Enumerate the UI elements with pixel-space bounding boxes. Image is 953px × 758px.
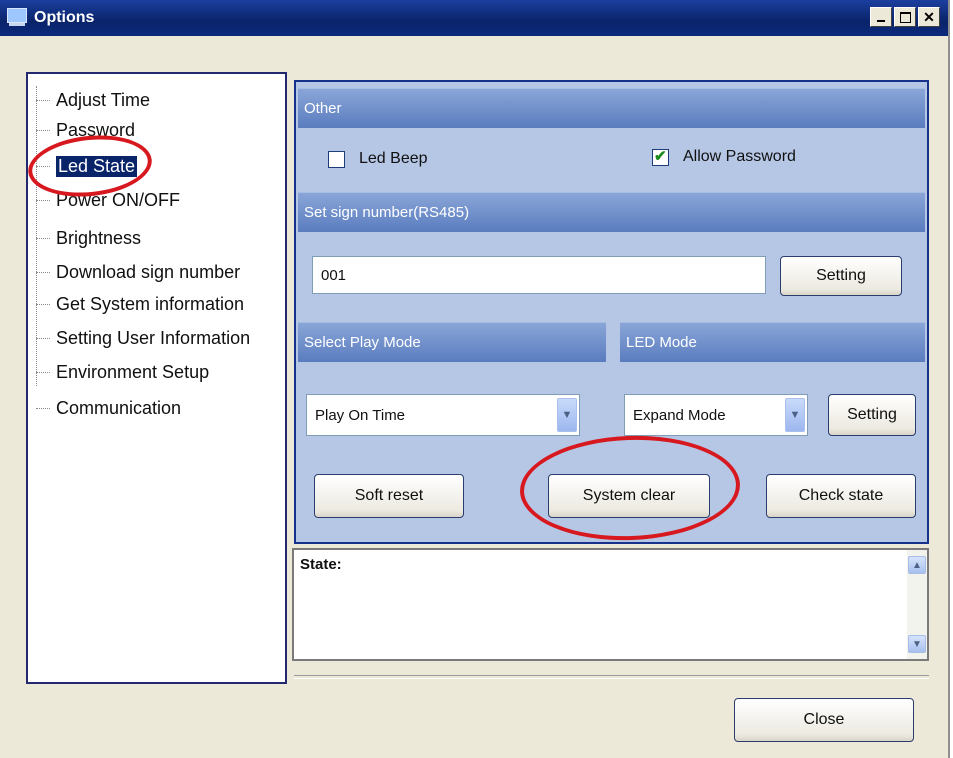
tree-item-adjust-time[interactable]: Adjust Time — [36, 88, 150, 112]
allow-password-checkbox[interactable]: Allow Password — [652, 147, 796, 166]
tree-item-setting-user-information[interactable]: Setting User Information — [36, 326, 250, 350]
other-header: Other — [298, 88, 925, 128]
chevron-down-icon[interactable]: ▼ — [557, 398, 577, 432]
play-mode-select[interactable]: Play On Time ▼ — [306, 394, 580, 436]
minimize-button[interactable] — [870, 7, 892, 27]
tree-item-power-on-off[interactable]: Power ON/OFF — [36, 188, 180, 212]
options-tree: Adjust Time Password Led State Power ON/… — [26, 72, 287, 684]
led-beep-label: Led Beep — [359, 150, 428, 167]
close-icon: ✕ — [923, 8, 935, 25]
sign-number-header: Set sign number(RS485) — [298, 192, 925, 232]
led-mode-header: LED Mode — [620, 322, 925, 362]
tree-item-label: Power ON/OFF — [56, 189, 181, 210]
tree-item-label: Download sign number — [56, 261, 241, 282]
minimize-icon — [877, 20, 885, 22]
window-controls: ✕ — [870, 7, 940, 27]
sign-number-input[interactable]: 001 — [312, 256, 766, 294]
led-beep-checkbox[interactable]: Led Beep — [328, 150, 428, 168]
scroll-up-icon[interactable]: ▲ — [908, 556, 926, 574]
scroll-down-icon[interactable]: ▼ — [908, 635, 926, 653]
options-window: Options ✕ Adjust Time Password Led State… — [0, 0, 950, 758]
checkmark-icon — [652, 147, 669, 166]
tree-item-get-system-information[interactable]: Get System information — [36, 292, 244, 316]
tree-item-label: Environment Setup — [56, 361, 210, 382]
tree-item-communication[interactable]: Communication — [36, 396, 181, 420]
tree-item-download-sign-number[interactable]: Download sign number — [36, 260, 240, 284]
system-clear-button[interactable]: System clear — [548, 474, 710, 518]
tree-item-label: Communication — [56, 397, 182, 418]
led-mode-setting-button[interactable]: Setting — [828, 394, 916, 436]
tree-item-label: Adjust Time — [56, 89, 151, 110]
sign-number-setting-button[interactable]: Setting — [780, 256, 902, 296]
tree-item-label: Brightness — [56, 227, 142, 248]
footer-divider — [294, 675, 929, 679]
chevron-down-icon[interactable]: ▼ — [785, 398, 805, 432]
maximize-icon — [899, 11, 911, 23]
title-bar[interactable]: Options ✕ — [0, 0, 948, 36]
tree-item-label: Password — [56, 119, 136, 140]
state-scrollbar[interactable]: ▲ ▼ — [907, 550, 927, 659]
tree-item-led-state[interactable]: Led State — [36, 154, 138, 178]
led-state-panel: Other Led Beep Allow Password Set sign n… — [294, 80, 929, 544]
play-mode-value: Play On Time — [315, 406, 406, 424]
led-mode-select[interactable]: Expand Mode ▼ — [624, 394, 808, 436]
state-label: State: — [300, 556, 342, 573]
computer-icon — [6, 8, 28, 28]
tree-item-brightness[interactable]: Brightness — [36, 226, 141, 250]
close-button[interactable]: Close — [734, 698, 914, 742]
maximize-button[interactable] — [894, 7, 916, 27]
play-mode-header: Select Play Mode — [298, 322, 606, 362]
tree-item-label: Setting User Information — [56, 327, 251, 348]
window-title: Options — [34, 9, 95, 26]
allow-password-label: Allow Password — [683, 148, 796, 165]
checkbox-box — [328, 150, 345, 168]
close-window-button[interactable]: ✕ — [918, 7, 940, 27]
tree-item-label: Led State — [56, 155, 138, 177]
tree-item-label: Get System information — [56, 293, 245, 314]
close-button-label: Close — [803, 711, 845, 728]
tree-item-password[interactable]: Password — [36, 118, 135, 142]
tree-item-environment-setup[interactable]: Environment Setup — [36, 360, 209, 384]
check-state-button[interactable]: Check state — [766, 474, 916, 518]
soft-reset-button[interactable]: Soft reset — [314, 474, 464, 518]
state-area[interactable]: State: ▲ ▼ — [292, 548, 929, 661]
led-mode-value: Expand Mode — [633, 406, 726, 424]
